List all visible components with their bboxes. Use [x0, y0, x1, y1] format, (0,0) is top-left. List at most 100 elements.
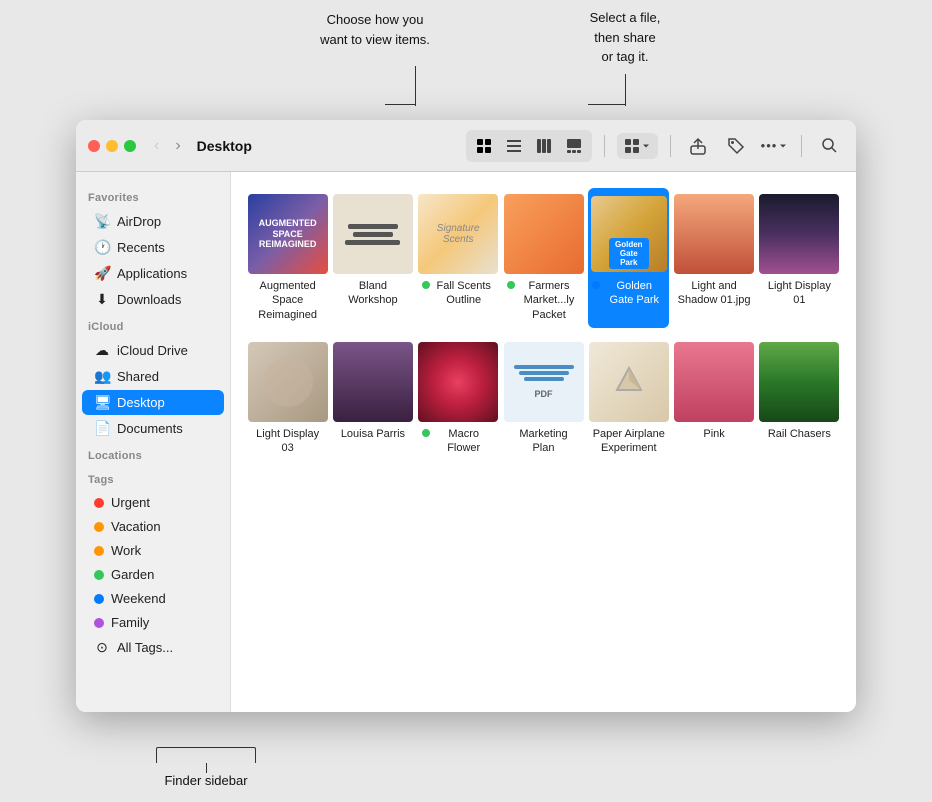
file-thumbnail	[504, 194, 584, 274]
sidebar-item-all-tags[interactable]: ⊙ All Tags...	[82, 635, 224, 660]
file-item-pink[interactable]: Pink	[673, 336, 754, 462]
window-title: Desktop	[197, 138, 252, 154]
back-button[interactable]: ‹	[150, 135, 163, 157]
sidebar-item-icloud-drive[interactable]: ☁ iCloud Drive	[82, 338, 224, 363]
sidebar-item-tag-vacation[interactable]: Vacation	[82, 515, 224, 538]
view-gallery-button[interactable]	[560, 133, 588, 159]
file-name: Fall Scents Outline	[433, 279, 495, 308]
file-item-rail[interactable]: Rail Chasers	[759, 336, 840, 462]
tag-indicator	[422, 281, 430, 289]
callout-sidebar-bracket	[156, 747, 256, 763]
finder-body: Favorites 📡 AirDrop 🕐 Recents 🚀 Applicat…	[76, 172, 856, 712]
titlebar: ‹ › Desktop	[76, 120, 856, 172]
airdrop-icon: 📡	[94, 213, 110, 230]
applications-icon: 🚀	[94, 265, 110, 282]
sidebar-item-recents[interactable]: 🕐 Recents	[82, 235, 224, 260]
file-thumbnail	[333, 194, 413, 274]
search-button[interactable]	[814, 131, 844, 161]
callout-view-horiz	[385, 104, 415, 105]
sidebar-section-favorites: Favorites	[76, 184, 230, 208]
tag-button[interactable]	[721, 131, 751, 161]
sidebar-section-icloud: iCloud	[76, 313, 230, 337]
sidebar-item-label: Urgent	[111, 495, 150, 510]
sidebar-section-locations: Locations	[76, 442, 230, 466]
finder-window: ‹ › Desktop	[76, 120, 856, 712]
file-item-light01[interactable]: Light Display 01	[759, 188, 840, 328]
file-name: Pink	[703, 427, 724, 441]
callout-sidebar-area: Finder sidebar	[156, 747, 256, 788]
minimize-button[interactable]	[106, 140, 118, 152]
view-columns-button[interactable]	[530, 133, 558, 159]
file-name: Golden Gate Park	[603, 279, 665, 308]
sidebar-item-tag-work[interactable]: Work	[82, 539, 224, 562]
garden-tag-dot	[94, 570, 104, 580]
documents-icon: 📄	[94, 420, 110, 437]
weekend-tag-dot	[94, 594, 104, 604]
file-item-light03[interactable]: Light Display 03	[247, 336, 328, 462]
file-thumbnail	[248, 342, 328, 422]
sidebar-item-shared[interactable]: 👥 Shared	[82, 364, 224, 389]
sidebar-item-label: Work	[111, 543, 141, 558]
sidebar-item-tag-weekend[interactable]: Weekend	[82, 587, 224, 610]
sidebar-item-applications[interactable]: 🚀 Applications	[82, 261, 224, 286]
file-name: Light Display 03	[251, 427, 324, 456]
group-button[interactable]	[617, 133, 658, 159]
sidebar-item-tag-urgent[interactable]: Urgent	[82, 491, 224, 514]
file-name: Light and Shadow 01.jpg	[677, 279, 750, 308]
callout-share-line	[625, 74, 626, 106]
forward-button[interactable]: ›	[171, 135, 184, 157]
zoom-button[interactable]	[124, 140, 136, 152]
recents-icon: 🕐	[94, 239, 110, 256]
view-list-button[interactable]	[500, 133, 528, 159]
file-item-marketing[interactable]: PDF Marketing Plan	[503, 336, 584, 462]
sidebar-item-label: iCloud Drive	[117, 343, 188, 358]
family-tag-dot	[94, 618, 104, 628]
view-icons-button[interactable]	[470, 133, 498, 159]
file-name: Farmers Market...ly Packet	[518, 279, 580, 322]
icloud-drive-icon: ☁	[94, 342, 110, 359]
file-item-augmented[interactable]: AUGMENTEDSPACEREIMAGINED Augmented Space…	[247, 188, 328, 328]
file-name-with-dot: Farmers Market...ly Packet	[507, 279, 580, 322]
file-thumbnail: PDF	[504, 342, 584, 422]
main-content: AUGMENTEDSPACEREIMAGINED Augmented Space…	[231, 172, 856, 712]
file-name: Rail Chasers	[768, 427, 831, 441]
sidebar-item-label: Desktop	[117, 395, 165, 410]
tag-indicator	[507, 281, 515, 289]
file-item-farmers[interactable]: Farmers Market...ly Packet	[503, 188, 584, 328]
file-thumbnail: SignatureScents	[418, 194, 498, 274]
close-button[interactable]	[88, 140, 100, 152]
file-item-louisa[interactable]: Louisa Parris	[332, 336, 413, 462]
file-item-light-shadow[interactable]: Light and Shadow 01.jpg	[673, 188, 754, 328]
file-name-with-dot: Fall Scents Outline	[422, 279, 495, 308]
file-thumbnail	[418, 342, 498, 422]
sidebar-section-tags: Tags	[76, 466, 230, 490]
callout-view-items: Choose how youwant to view items.	[295, 10, 455, 49]
sidebar-item-desktop[interactable]: 🖥 Desktop	[82, 390, 224, 415]
sidebar-item-label: Downloads	[117, 292, 181, 307]
sidebar-item-label: All Tags...	[117, 640, 173, 655]
file-thumbnail	[333, 342, 413, 422]
file-item-paper[interactable]: Paper Airplane Experiment	[588, 336, 669, 462]
sidebar-item-tag-garden[interactable]: Garden	[82, 563, 224, 586]
callout-share-horiz	[588, 104, 626, 105]
file-thumbnail	[759, 342, 839, 422]
file-thumbnail	[674, 342, 754, 422]
sidebar-item-downloads[interactable]: ⬇ Downloads	[82, 287, 224, 312]
tag-indicator	[422, 429, 430, 437]
file-item-golden[interactable]: GoldenGatePark Golden Gate Park	[588, 188, 669, 328]
sidebar-item-documents[interactable]: 📄 Documents	[82, 416, 224, 441]
file-item-fall[interactable]: SignatureScents Fall Scents Outline	[418, 188, 499, 328]
sidebar-item-label: Weekend	[111, 591, 166, 606]
desktop-icon: 🖥	[94, 394, 110, 411]
file-item-bland[interactable]: Bland Workshop	[332, 188, 413, 328]
callout-share: Select a file,then shareor tag it.	[555, 8, 695, 67]
sidebar-item-tag-family[interactable]: Family	[82, 611, 224, 634]
sidebar-item-label: Shared	[117, 369, 159, 384]
more-button[interactable]: •••	[759, 131, 789, 161]
file-item-macro[interactable]: Macro Flower	[418, 336, 499, 462]
toolbar-separator-3	[801, 135, 802, 157]
downloads-icon: ⬇	[94, 291, 110, 308]
sidebar-item-airdrop[interactable]: 📡 AirDrop	[82, 209, 224, 234]
share-button[interactable]	[683, 131, 713, 161]
file-grid: AUGMENTEDSPACEREIMAGINED Augmented Space…	[247, 188, 840, 461]
